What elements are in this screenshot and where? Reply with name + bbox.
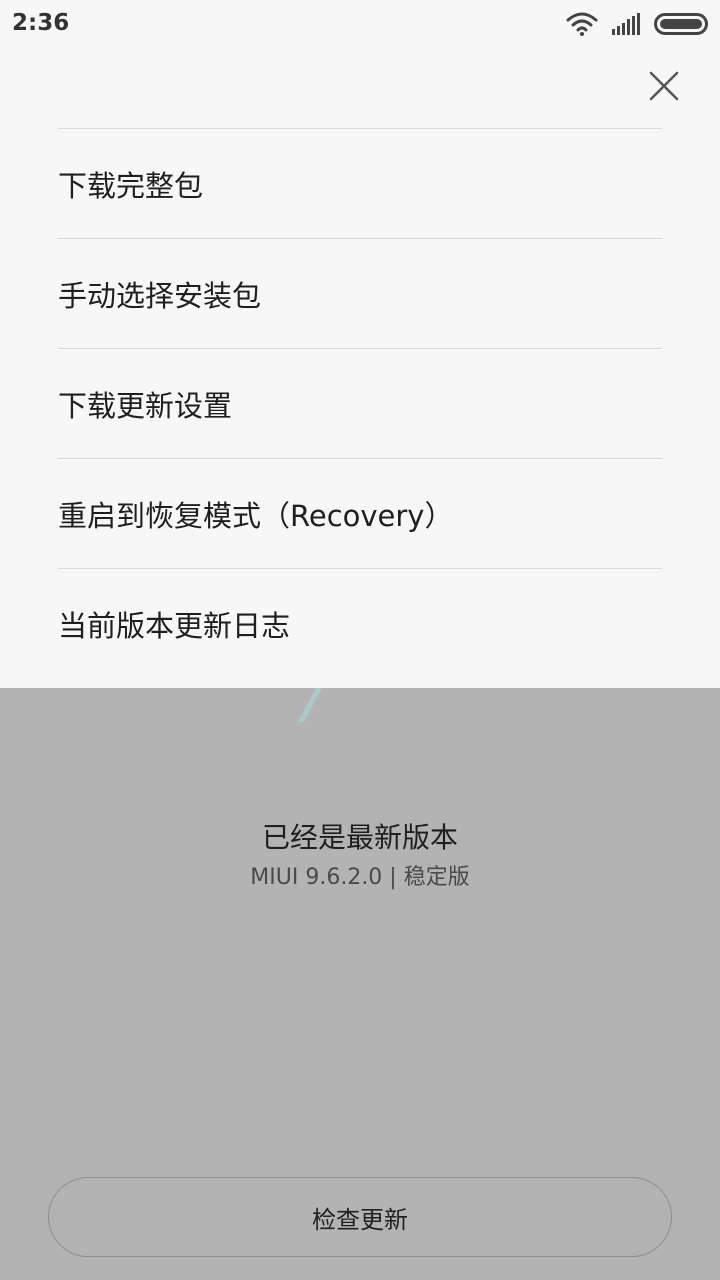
miui-logo-icon bbox=[298, 688, 322, 722]
menu-item-download-full-package[interactable]: 下载完整包 bbox=[58, 128, 662, 238]
menu-item-reboot-recovery[interactable]: 重启到恢复模式（Recovery） bbox=[58, 458, 662, 568]
battery-icon bbox=[654, 13, 708, 35]
version-label: MIUI 9.6.2.0 | 稳定版 bbox=[250, 865, 470, 890]
screen: 已经是最新版本 MIUI 9.6.2.0 | 稳定版 检查更新 2:36 下载完… bbox=[0, 0, 720, 1280]
status-title: 已经是最新版本 bbox=[261, 821, 458, 854]
menu-item-download-settings[interactable]: 下载更新设置 bbox=[58, 348, 662, 458]
wifi-icon bbox=[566, 12, 598, 36]
options-sheet: 2:36 下载完整包 手动选择安装包 下载更新设置 重启到恢复模式（Recove… bbox=[0, 0, 720, 688]
close-icon bbox=[649, 71, 679, 101]
status-bar: 2:36 bbox=[0, 0, 720, 50]
check-update-button[interactable]: 检查更新 bbox=[48, 1177, 672, 1257]
options-menu: 下载完整包 手动选择安装包 下载更新设置 重启到恢复模式（Recovery） 当… bbox=[58, 128, 662, 678]
menu-item-changelog[interactable]: 当前版本更新日志 bbox=[58, 568, 662, 678]
clock: 2:36 bbox=[12, 10, 70, 36]
update-status: 已经是最新版本 MIUI 9.6.2.0 | 稳定版 bbox=[0, 816, 720, 894]
signal-icon bbox=[612, 13, 640, 35]
close-button[interactable] bbox=[644, 66, 684, 106]
menu-item-choose-package[interactable]: 手动选择安装包 bbox=[58, 238, 662, 348]
